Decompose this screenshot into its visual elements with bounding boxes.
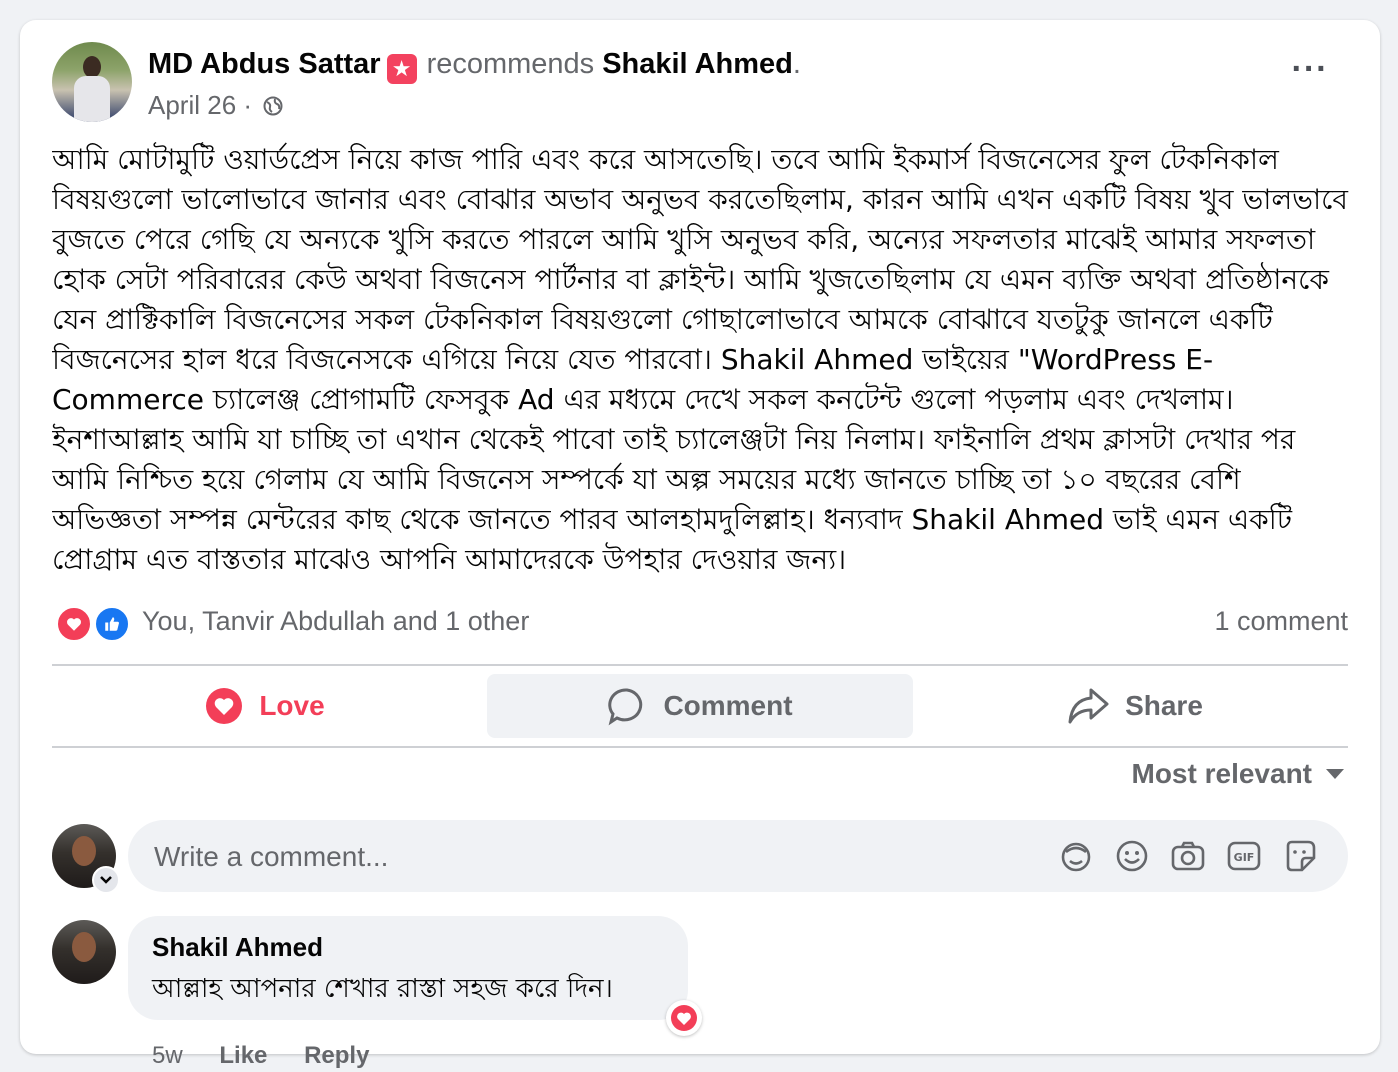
reactions-text[interactable]: You, Tanvir Abdullah and 1 other [142,606,529,637]
comment-composer: GIF [128,820,1348,894]
globe-icon[interactable] [263,96,283,116]
comment-button[interactable]: Comment [487,674,913,738]
composer-tools: GIF [1058,838,1330,874]
post-card: MD Abdus Sattar ★ recommends Shakil Ahmed. … [20,20,1380,1069]
comment-label: Comment [663,690,793,721]
chevron-down-icon[interactable] [92,866,120,894]
post-header: MD Abdus Sattar ★ recommends Shakil Ahmed. [148,48,801,84]
love-icon [206,688,243,724]
reactions-summary[interactable]: You, Tanvir Abdullah and 1 other 1 comme… [52,602,1348,646]
sort-label: Most relevant [1131,758,1313,789]
comment-text: আল্লাহ আপনার শেখার রাস্তা সহজ করে দিন। [152,974,613,1004]
share-icon [1068,688,1109,724]
commenter-avatar[interactable] [52,920,116,984]
like-reaction-icon [94,606,130,642]
avatar-sticker-icon[interactable] [1058,838,1094,874]
share-label: Share [1125,690,1203,721]
post-body-text: আমি মোটামুটি ওয়ার্ডপ্রেস নিয়ে কাজ পারি… [52,143,1348,576]
author-avatar[interactable] [52,42,132,122]
star-badge-icon[interactable]: ★ [386,54,417,84]
svg-text:GIF: GIF [1234,851,1255,864]
sticker-icon[interactable] [1282,838,1318,874]
recommended-punct: . [792,48,801,80]
comment-reply-button[interactable]: Reply [304,1042,369,1069]
gif-icon[interactable]: GIF [1226,838,1262,874]
action-bar: Love Comment Share [52,674,1348,738]
share-button[interactable]: Share [922,674,1348,738]
recommended-page-name[interactable]: Shakil Ahmed [602,48,793,80]
divider [52,746,1348,748]
comment-actions: 5w Like Reply [152,1042,399,1070]
love-reaction-icon [56,606,92,642]
camera-icon[interactable] [1170,838,1206,874]
commenter-name[interactable]: Shakil Ahmed [152,932,323,963]
comment-item: Shakil Ahmed আল্লাহ আপনার শেখার রাস্তা স… [52,916,1348,1069]
divider [52,664,1348,666]
love-reaction-icon[interactable] [666,1000,702,1036]
emoji-icon[interactable] [1114,838,1150,874]
post-meta: April 26 · [148,90,283,121]
comment-count[interactable]: 1 comment [1214,606,1348,637]
comment-time[interactable]: 5w [152,1042,183,1069]
love-label: Love [259,690,325,721]
recommends-text: recommends [426,48,595,80]
author-name[interactable]: MD Abdus Sattar [148,48,381,80]
caret-down-icon [1326,769,1344,779]
more-options-button[interactable]: ··· [1290,52,1330,86]
post-date[interactable]: April 26 [148,90,236,120]
comment-bubble: Shakil Ahmed আল্লাহ আপনার শেখার রাস্তা স… [128,916,688,1020]
comment-like-button[interactable]: Like [219,1042,267,1069]
meta-separator: · [243,90,253,120]
love-button[interactable]: Love [52,674,478,738]
comment-input[interactable] [152,820,1036,894]
reaction-icons[interactable] [56,606,132,642]
comment-icon [608,688,643,726]
comment-sort-dropdown[interactable]: Most relevant [1131,758,1344,790]
